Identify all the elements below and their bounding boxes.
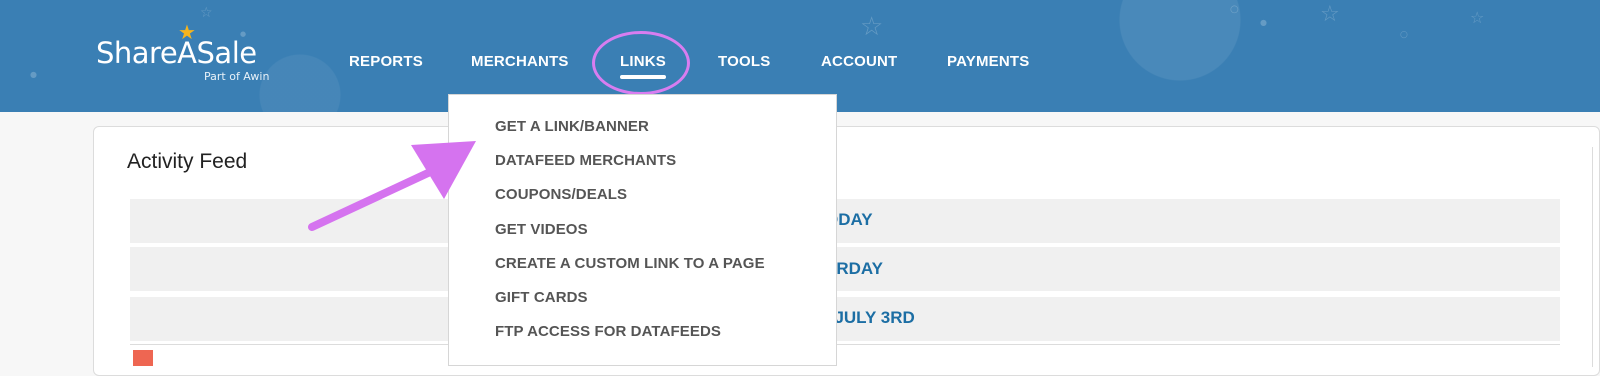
- dot-decoration-icon: ●: [30, 70, 37, 79]
- dot-decoration-icon: ○: [1230, 4, 1239, 15]
- nav-label: LINKS: [620, 53, 666, 70]
- annotation-arrow-icon: [308, 141, 476, 231]
- nav-tools[interactable]: TOOLS: [718, 53, 770, 70]
- panel-edge: [1592, 147, 1593, 367]
- logo-tagline: Part of Awin: [204, 70, 270, 83]
- nav-label: REPORTS: [349, 53, 423, 70]
- nav-label: PAYMENTS: [947, 53, 1030, 70]
- star-decoration-icon: ☆: [200, 5, 213, 21]
- nav-account[interactable]: ACCOUNT: [821, 53, 897, 70]
- nav-payments[interactable]: PAYMENTS: [947, 53, 1029, 70]
- dot-decoration-icon: ●: [1260, 18, 1267, 27]
- menu-item-custom-link[interactable]: CREATE A CUSTOM LINK TO A PAGE: [495, 255, 765, 272]
- menu-item-get-videos[interactable]: GET VIDEOS: [495, 221, 588, 238]
- active-tab-underline: [620, 75, 666, 79]
- status-marker: [133, 350, 153, 366]
- star-decoration-icon: ☆: [1470, 8, 1485, 27]
- nav-links[interactable]: LINKS: [620, 53, 666, 79]
- nav-label: ACCOUNT: [821, 53, 898, 70]
- feed-row-label[interactable]: , JULY 3RD: [825, 308, 915, 328]
- links-dropdown-menu: GET A LINK/BANNER DATAFEED MERCHANTS COU…: [448, 94, 837, 366]
- menu-item-gift-cards[interactable]: GIFT CARDS: [495, 289, 588, 306]
- nav-label: MERCHANTS: [471, 53, 569, 70]
- menu-item-get-link-banner[interactable]: GET A LINK/BANNER: [495, 118, 649, 135]
- feed-divider: [130, 344, 1560, 345]
- dot-decoration-icon: ○: [1400, 30, 1408, 40]
- nav-merchants[interactable]: MERCHANTS: [471, 53, 569, 70]
- nav-reports[interactable]: REPORTS: [349, 53, 423, 70]
- menu-item-coupons-deals[interactable]: COUPONS/DEALS: [495, 186, 627, 203]
- star-decoration-icon: ☆: [1320, 2, 1340, 27]
- nav-label: TOOLS: [718, 53, 771, 70]
- menu-item-ftp-access[interactable]: FTP ACCESS FOR DATAFEEDS: [495, 323, 721, 340]
- star-decoration-icon: ☆: [860, 12, 884, 42]
- activity-feed-title: Activity Feed: [127, 150, 248, 173]
- shareasale-logo[interactable]: ★ ShareASale Part of Awin: [96, 20, 296, 90]
- logo-wordmark: ShareASale: [96, 36, 257, 70]
- menu-item-datafeed-merchants[interactable]: DATAFEED MERCHANTS: [495, 152, 676, 169]
